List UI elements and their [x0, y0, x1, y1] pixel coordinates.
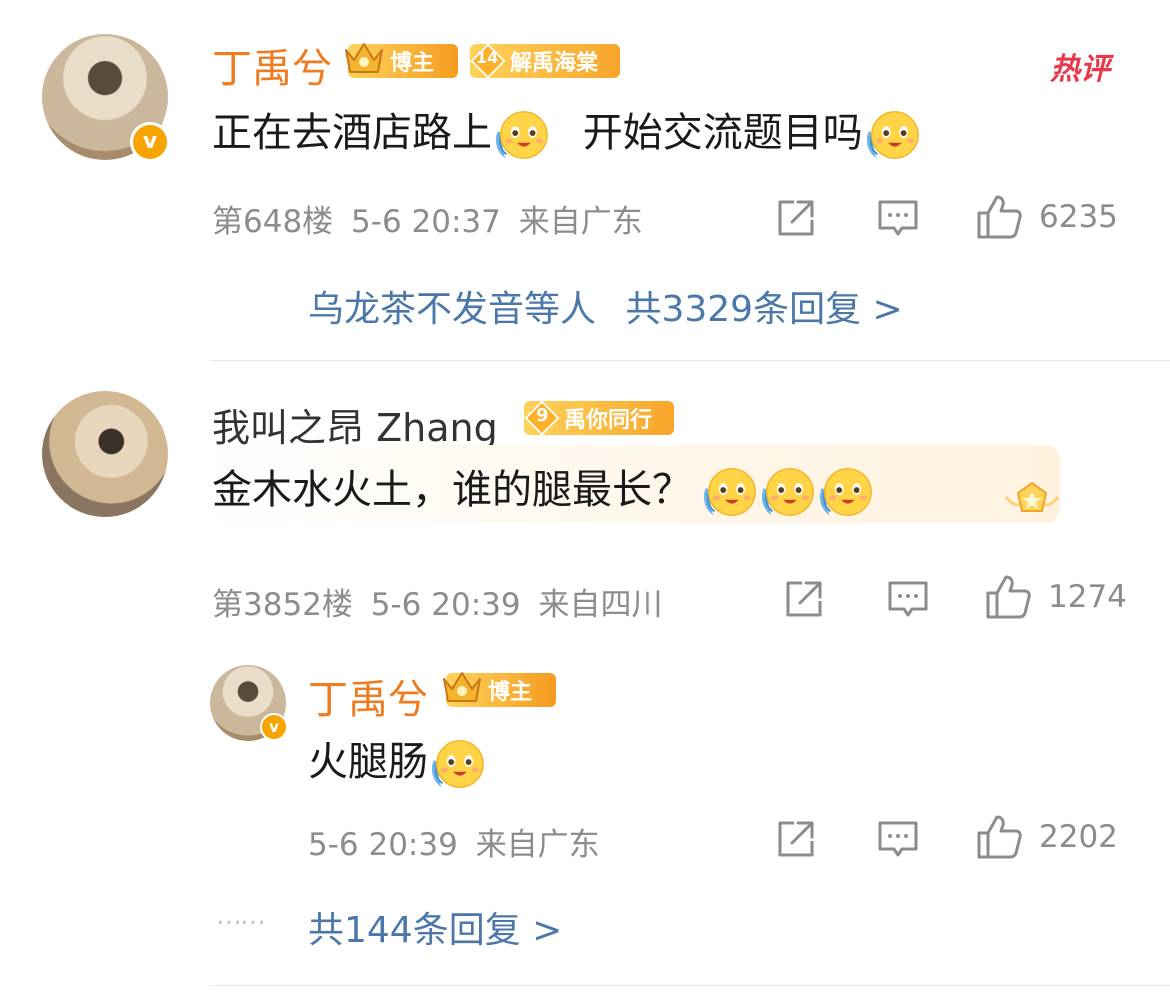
like-count: 2202 [1039, 819, 1118, 855]
location: 来自广东 [518, 204, 643, 240]
like-button[interactable]: 1274 [984, 573, 1127, 621]
comment-2: 我叫之昂 Zhang 9 禹你同行 金木水火土，谁的腿最长？ 第3852楼 5-… [0, 361, 1170, 994]
smile-emoji-icon [492, 106, 550, 164]
view-replies-link[interactable]: 乌龙茶不发音等人 共3329条回复 > [308, 280, 903, 332]
comment-text-part: 金木水火土，谁的腿最长？ [212, 467, 692, 513]
view-replies-link[interactable]: 共144条回复 > [308, 901, 562, 953]
like-button[interactable]: 6235 [975, 193, 1118, 241]
reply-text-part: 火腿肠 [308, 739, 428, 785]
comment-text-part: 开始交流题目吗 [582, 110, 863, 156]
divider [210, 985, 1170, 986]
reply-count: 共3329条回复 > [625, 289, 903, 330]
medal-icon [1002, 479, 1062, 525]
reply-meta: 5-6 20:39 来自广东 [308, 819, 600, 864]
floor-number: 第648楼 [212, 204, 334, 240]
smile-emoji-icon [428, 735, 486, 793]
verified-badge-icon: v [260, 713, 288, 741]
like-count: 1274 [1048, 579, 1127, 615]
badge-label: 博主 [390, 51, 435, 76]
crown-icon [342, 38, 386, 78]
location: 来自四川 [538, 587, 663, 623]
comment-meta: 第648楼 5-6 20:37 来自广东 [212, 196, 643, 241]
smile-emoji-icon [758, 463, 816, 521]
blogger-badge[interactable]: 博主 [446, 673, 556, 707]
hot-comment-label: 热评 [1050, 52, 1110, 87]
share-icon[interactable] [782, 577, 826, 621]
crown-icon [440, 667, 484, 707]
comment-meta: 第3852楼 5-6 20:39 来自四川 [212, 579, 662, 624]
fan-badge[interactable]: 9 禹你同行 [524, 401, 674, 435]
floor-number: 第3852楼 [212, 587, 353, 623]
comment-text: 金木水火土，谁的腿最长？ [212, 457, 874, 521]
comment-text: 正在去酒店路上 开始交流题目吗 [212, 100, 921, 164]
smile-emoji-icon [816, 463, 874, 521]
username[interactable]: 我叫之昂 Zhang [212, 397, 498, 452]
like-button[interactable]: 2202 [975, 813, 1118, 861]
comment-icon[interactable] [876, 196, 920, 240]
fan-badge[interactable]: 14 解禹海棠 [470, 44, 620, 78]
reply-users: 乌龙茶不发音等人 [308, 289, 597, 330]
reply-text: 火腿肠 [308, 729, 486, 793]
badge-level: 9 [536, 405, 549, 426]
timestamp: 5-6 20:37 [351, 204, 501, 240]
like-count: 6235 [1039, 199, 1118, 235]
avatar[interactable] [42, 391, 168, 517]
smile-emoji-icon [863, 106, 921, 164]
comment-text-part: 正在去酒店路上 [212, 110, 492, 156]
comment-icon[interactable] [876, 817, 920, 861]
comment-icon[interactable] [886, 577, 930, 621]
share-icon[interactable] [774, 817, 818, 861]
like-icon [975, 813, 1023, 861]
smile-emoji-icon [700, 463, 758, 521]
like-icon [984, 573, 1032, 621]
badge-label: 解禹海棠 [510, 51, 599, 76]
reply-username[interactable]: 丁禹兮 [308, 667, 428, 725]
more-dots: …… [216, 901, 266, 931]
verified-badge-icon: v [130, 122, 170, 162]
username[interactable]: 丁禹兮 [212, 36, 332, 94]
blogger-badge[interactable]: 博主 [348, 44, 458, 78]
comment-1: v 丁禹兮 博主 14 解禹海棠 热评 正在去酒店路上 开始交流题目吗 第648… [0, 0, 1170, 360]
location: 来自广东 [475, 827, 600, 863]
badge-label: 禹你同行 [564, 408, 653, 433]
like-icon [975, 193, 1023, 241]
timestamp: 5-6 20:39 [370, 587, 521, 623]
badge-label: 博主 [488, 680, 533, 705]
badge-level: 14 [476, 48, 499, 67]
timestamp: 5-6 20:39 [308, 827, 458, 863]
share-icon[interactable] [774, 196, 818, 240]
